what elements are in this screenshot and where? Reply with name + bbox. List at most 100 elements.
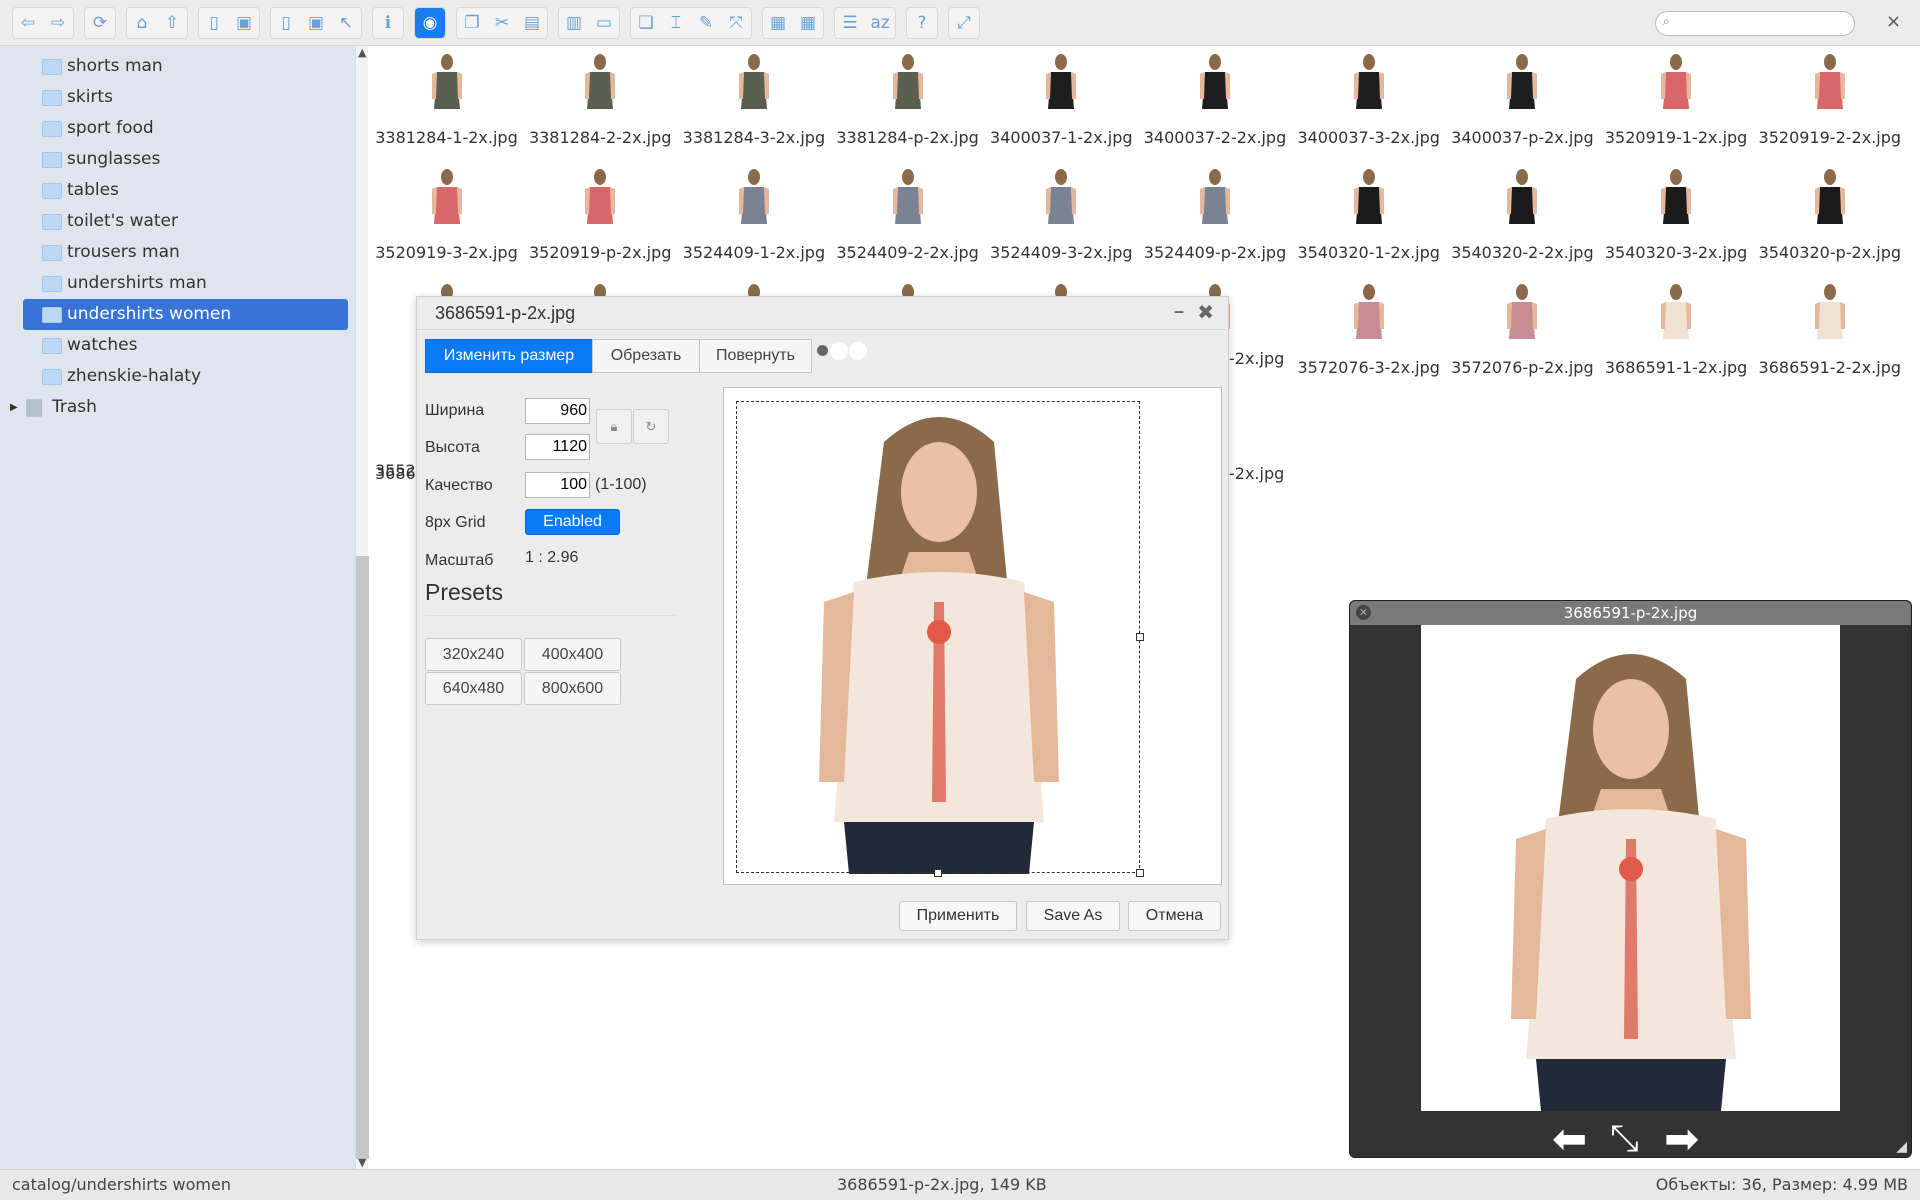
forward-icon[interactable]: ⇨ (43, 8, 73, 38)
save-icon[interactable]: ▣ (301, 8, 331, 38)
file-item[interactable]: 3524409-p-2x.jpg (1139, 169, 1292, 262)
close-icon[interactable]: ✖ (1197, 300, 1214, 325)
scroll-down-icon[interactable]: ▼ (358, 1156, 366, 1169)
tab-rotate[interactable]: Повернуть (699, 339, 812, 373)
sidebar-item-shorts-man[interactable]: shorts man (23, 51, 348, 82)
file-item[interactable]: 3400037-3-2x.jpg (1292, 54, 1445, 147)
close-icon[interactable]: ✕ (1356, 605, 1371, 620)
dialog-titlebar[interactable]: 3686591-p-2x.jpg – ✖ (417, 297, 1228, 330)
preset-button[interactable]: 800x600 (524, 672, 621, 705)
file-item[interactable]: 3524409-2-2x.jpg (831, 169, 984, 262)
file-item[interactable]: 3540320-1-2x.jpg (1292, 169, 1445, 262)
preset-button[interactable]: 640x480 (425, 672, 522, 705)
file-item[interactable]: 3686591-1-2x.jpg (1600, 284, 1753, 377)
resize-grip-icon[interactable]: ◢ (1896, 1139, 1907, 1155)
height-input[interactable] (525, 434, 590, 460)
help-icon[interactable]: ? (907, 8, 937, 38)
next-arrow-icon[interactable]: ➡ (1664, 1118, 1699, 1160)
scrollbar-thumb[interactable] (356, 556, 369, 1159)
sidebar-item-undershirts-man[interactable]: undershirts man (23, 268, 348, 299)
sidebar-item-sport-food[interactable]: sport food (23, 113, 348, 144)
file-item[interactable]: 3572076-3-2x.jpg (1292, 284, 1445, 377)
cancel-button[interactable]: Отмена (1128, 901, 1221, 931)
file-item[interactable]: 3381284-3-2x.jpg (677, 54, 830, 147)
sidebar-item-watches[interactable]: watches (23, 330, 348, 361)
preset-button[interactable]: 400x400 (524, 638, 621, 671)
resize-handle-bottom[interactable] (934, 869, 942, 877)
archive-icon[interactable]: ▥ (559, 8, 589, 38)
fullscreen-icon[interactable]: ⤢ (949, 8, 979, 38)
image-preview[interactable] (723, 387, 1222, 885)
width-input[interactable] (525, 398, 590, 424)
resize-handle-right[interactable] (1136, 633, 1144, 641)
sidebar-item-sunglasses[interactable]: sunglasses (23, 144, 348, 175)
file-item[interactable]: 3520919-p-2x.jpg (524, 169, 677, 262)
grid-toggle-button[interactable]: Enabled (525, 509, 620, 535)
save-as-icon[interactable]: ▣ (229, 8, 259, 38)
close-icon[interactable]: × (1886, 11, 1901, 32)
sort-icon[interactable]: az (865, 8, 895, 38)
file-item[interactable]: 3381284-2-2x.jpg (524, 54, 677, 147)
sidebar-item-undershirts-women[interactable]: undershirts women (23, 299, 348, 330)
reload-icon[interactable]: ⟳ (85, 8, 115, 38)
sidebar-item-zhenskie-halaty[interactable]: zhenskie-halaty (23, 361, 348, 392)
tab-resize[interactable]: Изменить размер (425, 339, 593, 373)
sidebar-item-trousers-man[interactable]: trousers man (23, 237, 348, 268)
resize-icon[interactable]: ⤧ (721, 8, 751, 38)
file-item[interactable]: 3540320-3-2x.jpg (1600, 169, 1753, 262)
delete-icon[interactable]: ▭ (589, 8, 619, 38)
rename-icon[interactable]: ⌶ (661, 8, 691, 38)
bg-color-light[interactable] (830, 342, 848, 360)
edit-icon[interactable]: ✎ (691, 8, 721, 38)
quality-input[interactable] (525, 472, 590, 498)
file-item[interactable]: 3381284-1-2x.jpg (370, 54, 523, 147)
back-icon[interactable]: ⇦ (13, 8, 43, 38)
paste-icon[interactable]: ▤ (517, 8, 547, 38)
file-item[interactable]: 3572076-p-2x.jpg (1446, 284, 1599, 377)
sidebar-item-toilet-s-water[interactable]: toilet's water (23, 206, 348, 237)
file-item[interactable]: 3524409-3-2x.jpg (985, 169, 1138, 262)
copy-icon[interactable]: ❐ (457, 8, 487, 38)
cut-icon[interactable]: ✂ (487, 8, 517, 38)
info-icon[interactable]: ℹ (373, 8, 403, 38)
sidebar-item-trash[interactable]: ▶ Trash (10, 392, 335, 423)
crop-frame[interactable] (736, 401, 1140, 873)
apply-button[interactable]: Применить (899, 901, 1017, 931)
fullscreen-icon[interactable]: ⤡ (1610, 1119, 1639, 1159)
file-item[interactable]: 3520919-2-2x.jpg (1753, 54, 1906, 147)
create-archive-icon[interactable]: ▦ (793, 8, 823, 38)
tab-crop[interactable]: Обрезать (592, 339, 700, 373)
file-item[interactable]: 3400037-2-2x.jpg (1139, 54, 1292, 147)
file-item[interactable]: 3520919-3-2x.jpg (370, 169, 523, 262)
sidebar-scrollbar[interactable]: ▲ ▼ (355, 46, 369, 1169)
file-item[interactable]: 3524409-1-2x.jpg (677, 169, 830, 262)
up-icon[interactable]: ⇧ (157, 8, 187, 38)
open-icon[interactable]: ▯ (271, 8, 301, 38)
aspect-lock-button[interactable]: 🔒︎ (596, 409, 632, 444)
previous-arrow-icon[interactable]: ⬅ (1552, 1118, 1587, 1160)
duplicate-icon[interactable]: ❏ (631, 8, 661, 38)
preview-eye-icon[interactable]: ◉ (415, 8, 445, 38)
file-item[interactable]: 3381284-p-2x.jpg (831, 54, 984, 147)
file-item[interactable]: 3520919-1-2x.jpg (1600, 54, 1753, 147)
bg-color-white[interactable] (849, 342, 867, 360)
file-item[interactable]: 3686591-2-2x.jpg (1753, 284, 1906, 377)
reset-size-button[interactable]: ↻ (633, 409, 669, 444)
new-folder-icon[interactable]: ▯ (199, 8, 229, 38)
save-as-button[interactable]: Save As (1026, 901, 1120, 931)
sidebar-item-skirts[interactable]: skirts (23, 82, 348, 113)
minimize-icon[interactable]: – (1174, 301, 1184, 322)
sidebar-item-tables[interactable]: tables (23, 175, 348, 206)
home-icon[interactable]: ⌂ (127, 8, 157, 38)
scroll-up-icon[interactable]: ▲ (358, 46, 366, 59)
extract-icon[interactable]: ▦ (763, 8, 793, 38)
preset-button[interactable]: 320x240 (425, 638, 522, 671)
resize-handle-corner[interactable] (1136, 869, 1144, 877)
file-item[interactable]: 3540320-p-2x.jpg (1753, 169, 1906, 262)
select-icon[interactable]: ↖ (331, 8, 361, 38)
file-item[interactable]: 3400037-p-2x.jpg (1446, 54, 1599, 147)
viewer-titlebar[interactable]: ✕ 3686591-p-2x.jpg (1350, 601, 1911, 625)
search-input[interactable] (1655, 11, 1855, 36)
bg-color-dark[interactable] (817, 345, 828, 356)
view-icon[interactable]: ☰ (835, 8, 865, 38)
